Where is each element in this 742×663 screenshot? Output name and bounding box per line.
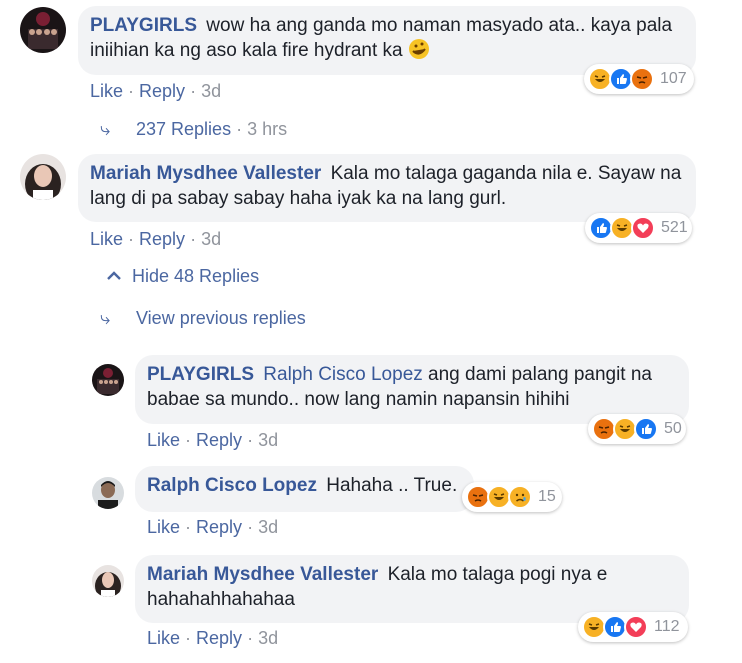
like-link[interactable]: Like bbox=[147, 628, 180, 648]
hide-replies-label[interactable]: Hide 48 Replies bbox=[132, 266, 259, 287]
love-icon bbox=[624, 615, 648, 639]
like-link[interactable]: Like bbox=[147, 430, 180, 450]
replies-count[interactable]: 237 Replies bbox=[136, 119, 231, 140]
reply-time[interactable]: 3d bbox=[258, 430, 278, 450]
reaction-count: 112 bbox=[654, 618, 680, 635]
comment-author[interactable]: Mariah Mysdhee Vallester bbox=[90, 163, 321, 184]
reply-actions: Like · Reply · 3d bbox=[147, 517, 279, 537]
comment-time[interactable]: 3d bbox=[201, 81, 221, 101]
view-previous-replies-link[interactable]: ⤷ View previous replies bbox=[100, 308, 306, 329]
reply-mention[interactable]: Ralph Cisco Lopez bbox=[263, 364, 422, 385]
reaction-count: 107 bbox=[660, 70, 687, 87]
reaction-summary[interactable]: 112 bbox=[578, 612, 688, 642]
reaction-count: 50 bbox=[664, 420, 682, 437]
reply-arrow-icon: ⤷ bbox=[100, 308, 111, 328]
comment-bubble: Mariah Mysdhee Vallester Kala mo talaga … bbox=[78, 154, 696, 222]
avatar-mariah[interactable] bbox=[20, 154, 66, 200]
reply-arrow-icon: ⤷ bbox=[100, 119, 111, 139]
chevron-up-icon bbox=[106, 266, 124, 287]
like-link[interactable]: Like bbox=[90, 81, 123, 101]
reply-text: Hahaha .. True. bbox=[326, 475, 458, 496]
avatar-mariah[interactable] bbox=[92, 565, 124, 597]
reply-link[interactable]: Reply bbox=[196, 517, 242, 537]
hide-replies-link[interactable]: Hide 48 Replies bbox=[106, 266, 259, 287]
angry-icon bbox=[630, 67, 654, 91]
reply-author[interactable]: PLAYGIRLS bbox=[147, 364, 254, 385]
reaction-summary[interactable]: 521 bbox=[585, 213, 692, 243]
reaction-count: 521 bbox=[661, 219, 688, 236]
avatar-playgirls[interactable] bbox=[20, 7, 66, 53]
comment-author[interactable]: PLAYGIRLS bbox=[90, 15, 197, 36]
reaction-count: 15 bbox=[538, 488, 556, 505]
reply-bubble: Ralph Cisco Lopez Hahaha .. True. bbox=[135, 466, 474, 512]
reply-actions: Like · Reply · 3d bbox=[147, 430, 279, 450]
reaction-summary[interactable]: 50 bbox=[588, 414, 686, 444]
like-link[interactable]: Like bbox=[90, 229, 123, 249]
view-replies-link[interactable]: ⤷ 237 Replies · 3 hrs bbox=[100, 119, 287, 140]
reply-time[interactable]: 3d bbox=[258, 517, 278, 537]
comment-time[interactable]: 3d bbox=[201, 229, 221, 249]
reply-actions: Like · Reply · 3d bbox=[147, 628, 279, 648]
reply-time[interactable]: 3d bbox=[258, 628, 278, 648]
reply-link[interactable]: Reply bbox=[139, 81, 185, 101]
rofl-emoji-icon bbox=[408, 38, 430, 60]
avatar-playgirls[interactable] bbox=[92, 364, 124, 396]
comment-actions: Like · Reply · 3d bbox=[90, 81, 222, 101]
like-link[interactable]: Like bbox=[147, 517, 180, 537]
reply-link[interactable]: Reply bbox=[196, 430, 242, 450]
comment-actions: Like · Reply · 3d bbox=[90, 229, 222, 249]
avatar-ralph[interactable] bbox=[92, 477, 124, 509]
reply-author[interactable]: Mariah Mysdhee Vallester bbox=[147, 564, 378, 585]
replies-time: 3 hrs bbox=[247, 119, 288, 139]
reaction-summary[interactable]: 15 bbox=[462, 482, 562, 512]
reaction-summary[interactable]: 107 bbox=[584, 64, 694, 94]
sad-icon bbox=[508, 485, 532, 509]
like-icon bbox=[634, 417, 658, 441]
reply-link[interactable]: Reply bbox=[139, 229, 185, 249]
view-previous-label[interactable]: View previous replies bbox=[136, 308, 306, 329]
love-icon bbox=[631, 216, 655, 240]
reply-link[interactable]: Reply bbox=[196, 628, 242, 648]
reply-author[interactable]: Ralph Cisco Lopez bbox=[147, 475, 317, 496]
